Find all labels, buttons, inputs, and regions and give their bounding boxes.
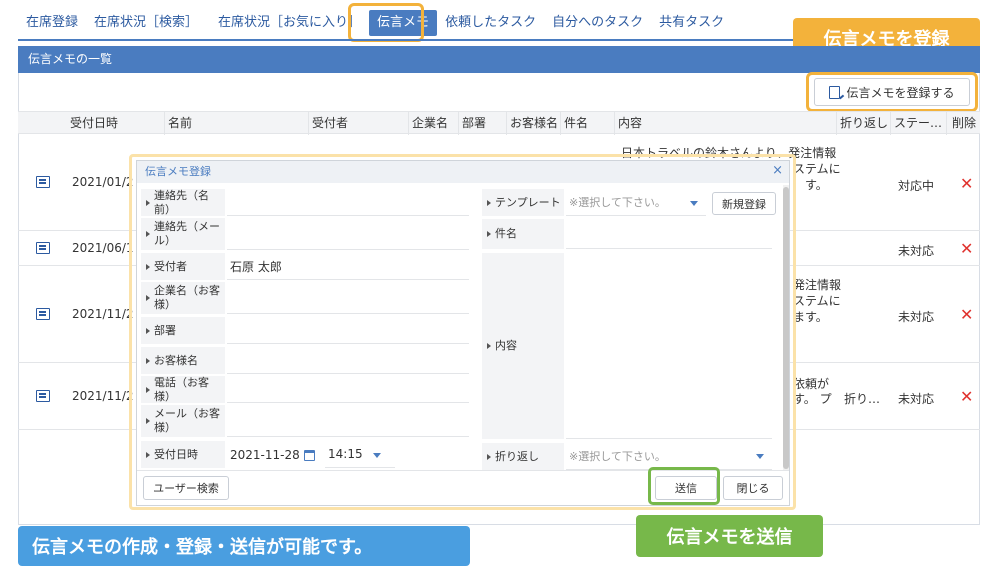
tab-attendance-favorites[interactable]: 在席状況［お気に入り］ [210,10,369,36]
delete-icon[interactable]: ✕ [960,387,973,406]
row-status: 対応中 [898,179,935,193]
col-company[interactable]: 企業名 [408,112,448,135]
customer-email-input[interactable] [227,405,469,437]
label-receiver: 受付者 [141,253,225,280]
new-template-button[interactable]: 新規登録 [712,192,776,215]
close-icon[interactable]: × [772,163,783,178]
row-content-line: ステムに [793,294,841,308]
tab-attendance-search[interactable]: 在席状況［検索］ [86,10,206,36]
label-contact-name: 連絡先（名前） [141,189,225,216]
contact-email-input[interactable] [227,218,469,250]
col-content[interactable]: 内容 [614,112,642,135]
callout-description: 伝言メモの作成・登録・送信が可能です。 [18,526,470,566]
received-time-input[interactable]: 14:15 [325,441,395,468]
label-template: テンプレート [482,189,564,216]
tab-my-tasks[interactable]: 自分へのタスク [544,10,651,36]
col-department[interactable]: 部署 [458,112,486,135]
row-content-line: ステムに [793,162,841,176]
col-received-at[interactable]: 受付日時 [66,112,118,135]
chevron-down-icon[interactable] [690,201,698,206]
col-receiver[interactable]: 受付者 [308,112,348,135]
col-customer[interactable]: お客様名 [506,112,558,135]
label-received-at: 受付日時 [141,441,225,468]
tab-requested-tasks[interactable]: 依頼したタスク [437,10,544,36]
label-contact-email: 連絡先（メール） [141,218,225,250]
dialog-title: 伝言メモ登録 [137,161,789,183]
send-button-highlight [648,467,720,505]
calendar-icon[interactable] [304,450,315,461]
label-callback: 折り返し [482,443,564,470]
chevron-down-icon[interactable] [756,454,764,459]
label-customer-email: メール（お客様） [141,405,225,437]
callback-select[interactable]: ※選択して下さい。 [566,443,772,470]
label-content: 内容 [482,253,564,439]
col-delete[interactable]: 削除 [948,112,976,135]
user-search-button[interactable]: ユーザー検索 [143,476,229,500]
customer-phone-input[interactable] [227,376,469,403]
message-icon[interactable] [36,176,50,188]
row-content-line: す。 プ [793,392,832,406]
row-content-line: 発注情報 [793,278,842,292]
col-callback[interactable]: 折り返し [836,112,888,135]
row-content-line: ます。 [793,310,828,324]
message-icon[interactable] [36,390,50,402]
contact-name-input[interactable] [227,189,469,216]
row-date: 2021/01/2 [72,175,134,189]
delete-icon[interactable]: ✕ [960,174,973,193]
label-company: 企業名（お客様） [141,282,225,314]
label-customer-phone: 電話（お客様） [141,376,225,403]
row-date: 2021/11/2 [72,389,134,403]
receiver-input[interactable]: 石原 太郎 [227,253,469,280]
message-icon[interactable] [36,308,50,320]
row-status: 未対応 [898,392,935,406]
table-header: 受付日時 名前 受付者 企業名 部署 お客様名 件名 内容 折り返し ステー… … [18,111,980,135]
subject-input[interactable] [566,219,772,249]
col-subject[interactable]: 件名 [560,112,588,135]
row-date: 2021/06/1 [72,241,134,255]
delete-icon[interactable]: ✕ [960,305,973,324]
section-title: 伝言メモの一覧 [18,46,980,73]
tab-attendance-register[interactable]: 在席登録 [18,10,86,36]
memo-register-dialog: 伝言メモ登録 × 連絡先（名前） 連絡先（メール） 受付者 石原 太郎 企業名（… [136,160,790,506]
template-select[interactable]: ※選択して下さい。 [566,189,706,216]
register-button-highlight [806,72,978,112]
col-status[interactable]: ステー… [890,112,946,135]
department-input[interactable] [227,317,469,344]
row-status: 未対応 [898,310,935,324]
row-content-line: す。 [805,178,828,192]
callout-send: 伝言メモを送信 [636,515,823,557]
active-tab-highlight [348,3,424,42]
label-subject: 件名 [482,219,564,249]
label-department: 部署 [141,317,225,344]
delete-icon[interactable]: ✕ [960,239,973,258]
close-button[interactable]: 閉じる [723,476,783,500]
customer-name-input[interactable] [227,347,469,374]
col-name[interactable]: 名前 [164,112,192,135]
company-input[interactable] [227,282,469,314]
row-status: 未対応 [898,244,935,258]
chevron-down-icon[interactable] [373,453,381,458]
received-date-input[interactable]: 2021-11-28 [227,441,301,468]
message-icon[interactable] [36,242,50,254]
tab-shared-tasks[interactable]: 共有タスク [651,10,732,36]
scrollbar-thumb[interactable] [783,187,789,469]
row-date: 2021/11/2 [72,307,134,321]
row-callback: 折り… [844,392,881,406]
label-customer-name: お客様名 [141,347,225,374]
content-textarea[interactable] [566,253,772,439]
